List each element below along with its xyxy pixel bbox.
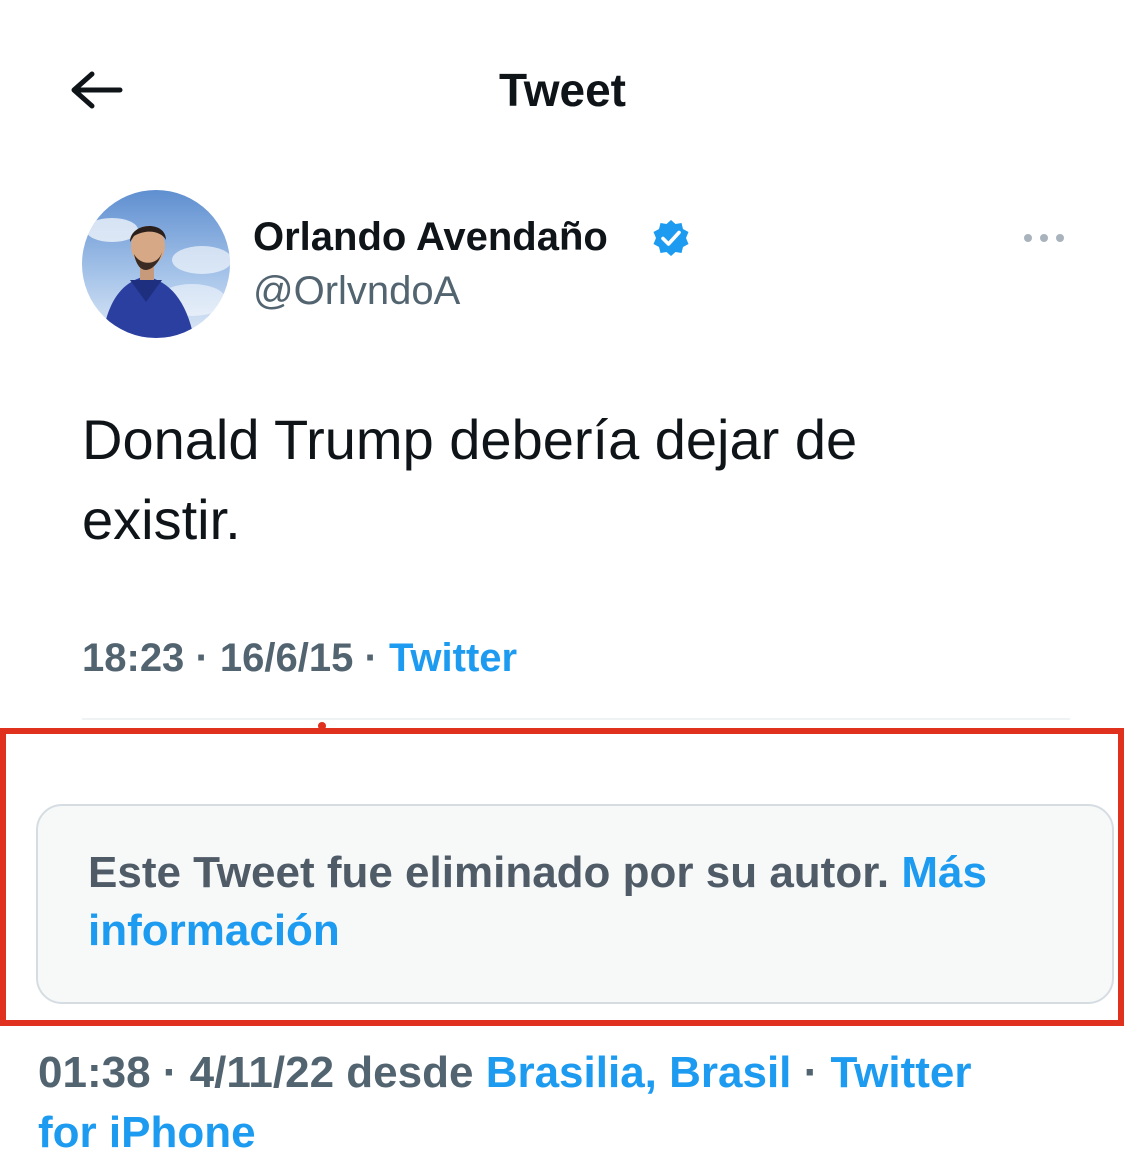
location-link[interactable]: Brasilia, Brasil [486, 1048, 792, 1097]
tweet-time[interactable]: 18:23 [82, 636, 184, 680]
tweet-text: Donald Trump debería dejar de existir. [82, 408, 858, 551]
verified-badge-icon [650, 218, 692, 260]
more-dots-icon[interactable] [1020, 226, 1068, 250]
author-handle[interactable]: @OrlvndoA [253, 266, 460, 316]
separator: · [803, 1048, 819, 1097]
quote-time[interactable]: 01:38 [38, 1048, 151, 1097]
tweet-date[interactable]: 16/6/15 [220, 636, 353, 680]
tweet-source-link[interactable]: Twitter [389, 636, 517, 680]
deleted-notice-message: Este Tweet fue eliminado por su autor. [88, 848, 890, 897]
separator: · [364, 636, 378, 680]
quote-date[interactable]: 4/11/22 [190, 1048, 334, 1097]
page-title: Tweet [499, 64, 626, 116]
quote-source-link[interactable]: Twitter [831, 1048, 972, 1097]
from-label: desde [346, 1048, 474, 1097]
separator: · [162, 1048, 178, 1097]
quote-source-continuation[interactable]: for iPhone [38, 1104, 256, 1162]
quote-timestamp-line: 01:38 · 4/11/22 desde Brasilia, Brasil ·… [38, 1044, 972, 1102]
author-display-name[interactable]: Orlando Avendaño [253, 212, 608, 262]
divider [82, 718, 1070, 720]
avatar[interactable] [82, 190, 230, 338]
separator: · [195, 636, 209, 680]
tweet-timestamp-line: 18:23 · 16/6/15 · Twitter [82, 630, 517, 686]
deleted-notice-text: Este Tweet fue eliminado por su autor. M… [88, 844, 1068, 960]
